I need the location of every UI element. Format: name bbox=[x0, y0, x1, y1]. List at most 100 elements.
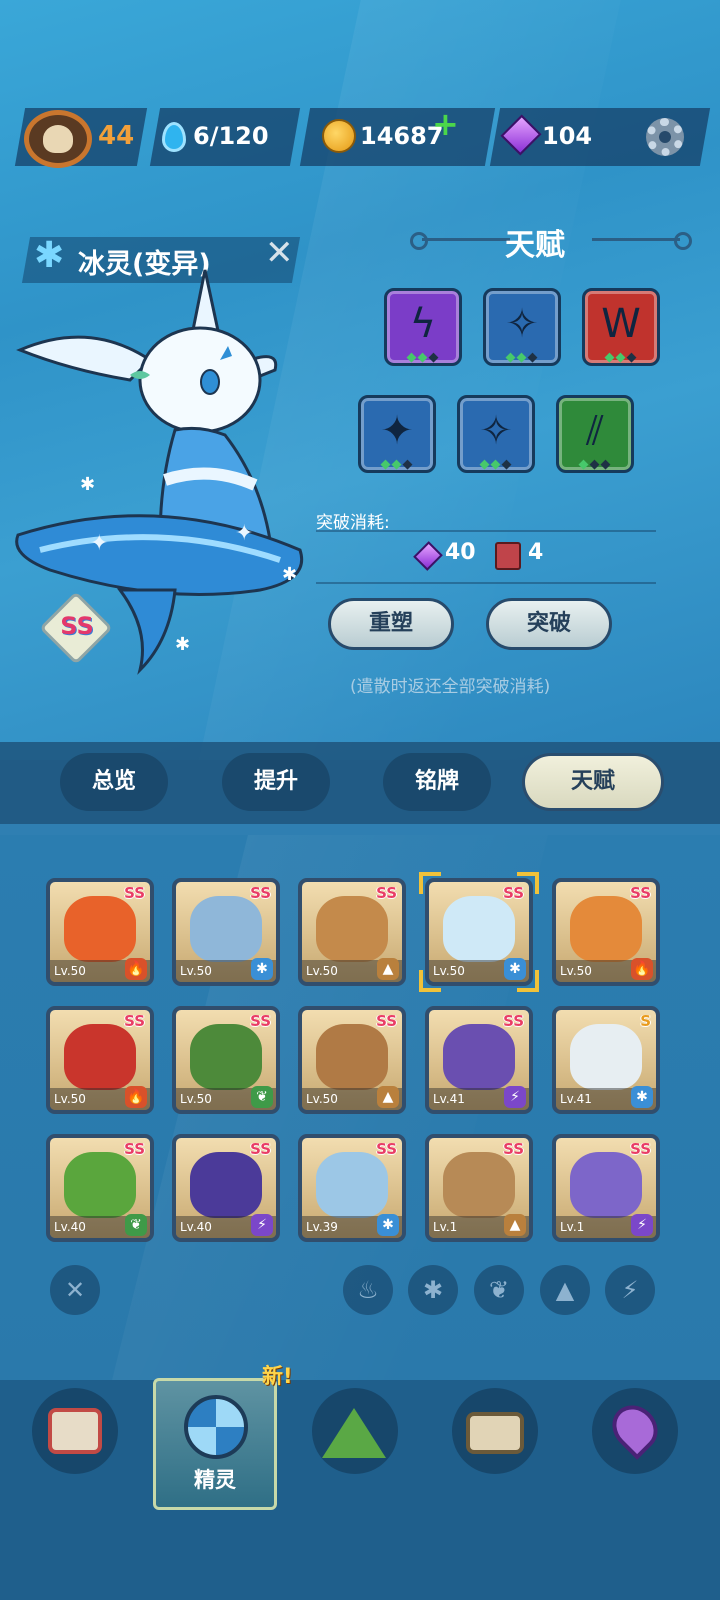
grass-element-icon: ❦ bbox=[251, 1086, 273, 1108]
grade-label: SS bbox=[124, 884, 145, 902]
spirit-portrait bbox=[64, 1024, 136, 1090]
device-icon bbox=[48, 1408, 102, 1454]
talent-slot[interactable]: ⫽ ◆◆◆ bbox=[556, 395, 634, 473]
gear-icon[interactable] bbox=[646, 118, 684, 156]
selection-corner bbox=[517, 970, 539, 992]
grade-label: SS bbox=[250, 1140, 271, 1158]
talent-title: 天赋 bbox=[505, 228, 565, 263]
grass-element-icon: ❦ bbox=[125, 1214, 147, 1236]
selection-corner bbox=[517, 872, 539, 894]
grade-badge-text: SS bbox=[60, 612, 94, 640]
spirit-portrait bbox=[190, 1152, 262, 1218]
grade-label: SS bbox=[124, 1012, 145, 1030]
talent-level-pips: ◆◆◆ bbox=[406, 350, 440, 365]
claw-icon: ⫽ bbox=[586, 408, 604, 454]
spirit-card[interactable]: SS Lv.40 ⚡ bbox=[172, 1134, 280, 1242]
spirit-portrait bbox=[443, 1152, 515, 1218]
spirit-card[interactable]: SS Lv.39 ✱ bbox=[298, 1134, 406, 1242]
reset-button[interactable]: 重塑 bbox=[328, 598, 454, 650]
nav-chest[interactable] bbox=[452, 1388, 538, 1474]
spirit-card[interactable]: SS Lv.50 ❦ bbox=[172, 1006, 280, 1114]
tab-overview[interactable]: 总览 bbox=[60, 753, 168, 811]
stamina-value: 6/120 bbox=[193, 122, 269, 150]
gem-value: 104 bbox=[542, 122, 593, 150]
earth-element-icon: ▲ bbox=[504, 1214, 526, 1236]
mountain-icon bbox=[322, 1408, 386, 1458]
ice-element-icon: ✱ bbox=[631, 1086, 653, 1108]
talent-slot[interactable]: ϟ ◆◆◆ bbox=[384, 288, 462, 366]
earth-element-icon: ▲ bbox=[377, 1086, 399, 1108]
ice-element-icon: ✱ bbox=[377, 1214, 399, 1236]
svg-text:✦: ✦ bbox=[90, 531, 108, 556]
talent-level-pips: ◆◆◆ bbox=[578, 457, 612, 472]
spirit-portrait bbox=[570, 1024, 642, 1090]
spirit-portrait bbox=[570, 896, 642, 962]
spirit-portrait bbox=[316, 896, 388, 962]
spirit-card[interactable]: SS Lv.1 ▲ bbox=[425, 1134, 533, 1242]
nav-mountain[interactable] bbox=[312, 1388, 398, 1474]
spirit-portrait bbox=[443, 1024, 515, 1090]
talent-slot[interactable]: W ◆◆◆ bbox=[582, 288, 660, 366]
grade-label: SS bbox=[124, 1140, 145, 1158]
spirit-card[interactable]: SS Lv.50 ▲ bbox=[298, 878, 406, 986]
ice-element-icon: ✱ bbox=[251, 958, 273, 980]
grade-label: SS bbox=[376, 884, 397, 902]
title-ornament-right bbox=[592, 232, 692, 250]
grade-label: S bbox=[640, 1012, 651, 1030]
earth-element-icon: ▲ bbox=[377, 958, 399, 980]
tab-upgrade[interactable]: 提升 bbox=[222, 753, 330, 811]
talent-slot[interactable]: ✧ ◆◆◆ bbox=[457, 395, 535, 473]
nav-device[interactable] bbox=[32, 1388, 118, 1474]
fang-icon: W bbox=[601, 301, 641, 347]
svg-text:✱: ✱ bbox=[175, 634, 190, 655]
breakthrough-button[interactable]: 突破 bbox=[486, 598, 612, 650]
ice-spike-icon: ✧ bbox=[479, 408, 513, 454]
talent-slot[interactable]: ✦ ◆◆◆ bbox=[358, 395, 436, 473]
grade-label: SS bbox=[250, 884, 271, 902]
player-avatar[interactable] bbox=[24, 110, 92, 168]
grass-filter-icon[interactable]: ❦ bbox=[474, 1265, 524, 1315]
ice-filter-icon[interactable]: ✱ bbox=[408, 1265, 458, 1315]
coin-value: 14687 bbox=[360, 122, 444, 150]
spirit-portrait bbox=[443, 896, 515, 962]
ice-spike-icon: ✧ bbox=[505, 301, 539, 347]
spirit-portrait bbox=[64, 1152, 136, 1218]
talent-level-pips: ◆◆◆ bbox=[604, 350, 638, 365]
spirit-card[interactable]: SS Lv.50 🔥 bbox=[552, 878, 660, 986]
grade-label: SS bbox=[250, 1012, 271, 1030]
spirit-card[interactable]: SS Lv.1 ⚡ bbox=[552, 1134, 660, 1242]
svg-text:✱: ✱ bbox=[80, 474, 95, 495]
spirit-card[interactable]: S Lv.41 ✱ bbox=[552, 1006, 660, 1114]
nav-map[interactable] bbox=[592, 1388, 678, 1474]
fire-element-icon: 🔥 bbox=[631, 958, 653, 980]
spirit-portrait bbox=[316, 1024, 388, 1090]
earth-filter-icon[interactable]: ▲ bbox=[540, 1265, 590, 1315]
spirit-card[interactable]: SS Lv.50 🔥 bbox=[46, 878, 154, 986]
ice-star-icon: ✦ bbox=[380, 408, 414, 454]
selection-corner bbox=[419, 970, 441, 992]
map-pin-icon bbox=[603, 1396, 667, 1460]
lightning-element-icon: ⚡ bbox=[631, 1214, 653, 1236]
spirit-card[interactable]: SS Lv.50 ✱ bbox=[172, 878, 280, 986]
talent-slot[interactable]: ✧ ◆◆◆ bbox=[483, 288, 561, 366]
spirit-card[interactable]: SS Lv.50 🔥 bbox=[46, 1006, 154, 1114]
spirit-portrait bbox=[190, 896, 262, 962]
cost-gem-value: 40 bbox=[445, 540, 476, 565]
grade-label: SS bbox=[630, 884, 651, 902]
fire-element-icon: 🔥 bbox=[125, 958, 147, 980]
spirit-card[interactable]: SS Lv.50 ▲ bbox=[298, 1006, 406, 1114]
plus-icon[interactable]: + bbox=[432, 108, 459, 140]
selection-corner bbox=[419, 872, 441, 894]
spirit-icon bbox=[184, 1395, 248, 1459]
spirit-card[interactable]: SS Lv.40 ❦ bbox=[46, 1134, 154, 1242]
tab-talent[interactable]: 天赋 bbox=[522, 753, 664, 811]
grade-label: SS bbox=[630, 1140, 651, 1158]
cost-book-value: 4 bbox=[528, 540, 544, 565]
lightning-filter-icon[interactable]: ⚡ bbox=[605, 1265, 655, 1315]
close-filter-icon[interactable]: ✕ bbox=[50, 1265, 100, 1315]
svg-text:✱: ✱ bbox=[282, 564, 297, 585]
spirit-card[interactable]: SS Lv.41 ⚡ bbox=[425, 1006, 533, 1114]
water-drop-icon bbox=[162, 122, 186, 152]
fire-filter-icon[interactable]: ♨ bbox=[343, 1265, 393, 1315]
tab-nameplate[interactable]: 铭牌 bbox=[383, 753, 491, 811]
